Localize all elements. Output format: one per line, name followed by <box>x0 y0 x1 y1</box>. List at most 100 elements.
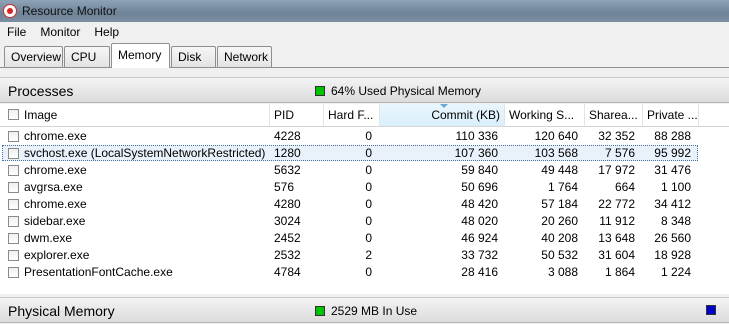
table-row[interactable]: svchost.exe (LocalSystemNetworkRestricte… <box>0 145 729 162</box>
processes-table: Image PID Hard F... Commit (KB) Working … <box>0 104 729 294</box>
used-physical-memory-text: 64% Used Physical Memory <box>331 84 482 98</box>
column-private[interactable]: Private ... <box>643 104 699 126</box>
cell-commit: 28 416 <box>461 265 498 279</box>
cell-private: 1 224 <box>660 265 691 279</box>
cell-image: avgrsa.exe <box>24 180 83 194</box>
row-checkbox[interactable] <box>8 233 19 244</box>
processes-title: Processes <box>8 83 74 99</box>
cell-working-set: 40 208 <box>541 231 578 245</box>
row-checkbox[interactable] <box>8 267 19 278</box>
cell-commit: 50 696 <box>461 180 498 194</box>
cell-pid: 4784 <box>274 265 301 279</box>
cell-image: PresentationFontCache.exe <box>24 265 173 279</box>
cell-image: chrome.exe <box>24 129 87 143</box>
cell-shareable: 17 972 <box>598 163 635 177</box>
row-checkbox[interactable] <box>8 148 19 159</box>
physical-memory-section-header[interactable]: Physical Memory 2529 MB In Use <box>0 297 729 323</box>
resource-monitor-icon <box>3 4 17 18</box>
cell-working-set: 120 640 <box>534 129 578 143</box>
cell-pid: 2452 <box>274 231 301 245</box>
cell-pid: 2532 <box>274 248 301 262</box>
cell-working-set: 20 260 <box>541 214 578 228</box>
cell-shareable: 13 648 <box>598 231 635 245</box>
column-working-set[interactable]: Working S... <box>505 104 585 126</box>
cell-working-set: 1 764 <box>547 180 578 194</box>
cell-shareable: 31 604 <box>598 248 635 262</box>
column-image[interactable]: Image <box>20 104 270 126</box>
cell-hard-faults: 0 <box>365 265 372 279</box>
cell-commit: 107 360 <box>454 146 498 160</box>
cell-hard-faults: 0 <box>365 197 372 211</box>
table-row[interactable]: avgrsa.exe 576 0 50 696 1 764 664 1 100 <box>0 179 729 196</box>
cell-hard-faults: 0 <box>365 163 372 177</box>
cell-private: 8 348 <box>660 214 691 228</box>
table-row[interactable]: chrome.exe 4280 0 48 420 57 184 22 772 34 412 <box>0 196 729 213</box>
cell-hard-faults: 0 <box>365 180 372 194</box>
row-checkbox[interactable] <box>8 182 19 193</box>
cell-private: 1 100 <box>660 180 691 194</box>
cell-private: 34 412 <box>654 197 691 211</box>
cell-commit: 59 840 <box>461 163 498 177</box>
sort-descending-icon <box>440 104 448 108</box>
tab-memory[interactable]: Memory <box>111 43 170 68</box>
cell-hard-faults: 0 <box>365 129 372 143</box>
select-all-checkbox[interactable] <box>8 109 19 120</box>
processes-section-header[interactable]: Processes 64% Used Physical Memory <box>0 77 729 103</box>
cell-commit: 48 420 <box>461 197 498 211</box>
row-checkbox[interactable] <box>8 199 19 210</box>
cell-commit: 46 924 <box>461 231 498 245</box>
physical-memory-title: Physical Memory <box>8 303 115 319</box>
tab-network[interactable]: Network <box>217 46 272 67</box>
table-row[interactable]: dwm.exe 2452 0 46 924 40 208 13 648 26 560 <box>0 230 729 247</box>
row-checkbox[interactable] <box>8 250 19 261</box>
cell-working-set: 57 184 <box>541 197 578 211</box>
column-shareable[interactable]: Sharea... <box>585 104 643 126</box>
cell-shareable: 7 576 <box>604 146 635 160</box>
cell-private: 88 288 <box>654 129 691 143</box>
cell-working-set: 49 448 <box>541 163 578 177</box>
cell-private: 18 928 <box>654 248 691 262</box>
menu-file[interactable]: File <box>0 25 33 39</box>
cell-working-set: 103 568 <box>534 146 578 160</box>
row-checkbox[interactable] <box>8 131 19 142</box>
menu-bar: File Monitor Help <box>0 22 729 42</box>
menu-help[interactable]: Help <box>87 25 126 39</box>
cell-hard-faults: 2 <box>365 248 372 262</box>
title-bar: Resource Monitor <box>0 0 729 22</box>
table-row[interactable]: sidebar.exe 3024 0 48 020 20 260 11 912 8 348 <box>0 213 729 230</box>
table-row[interactable]: explorer.exe 2532 2 33 732 50 532 31 604 18 92… <box>0 247 729 264</box>
cell-commit: 48 020 <box>461 214 498 228</box>
cell-hard-faults: 0 <box>365 231 372 245</box>
table-header: Image PID Hard F... Commit (KB) Working … <box>0 104 729 127</box>
cell-pid: 1280 <box>274 146 301 160</box>
cell-shareable: 32 352 <box>598 129 635 143</box>
row-checkbox[interactable] <box>8 165 19 176</box>
cell-commit: 33 732 <box>461 248 498 262</box>
menu-monitor[interactable]: Monitor <box>33 25 87 39</box>
tab-disk[interactable]: Disk <box>171 46 216 67</box>
column-commit[interactable]: Commit (KB) <box>380 104 505 126</box>
column-pid[interactable]: PID <box>270 104 324 126</box>
cell-private: 26 560 <box>654 231 691 245</box>
column-hard-faults[interactable]: Hard F... <box>324 104 380 126</box>
table-row[interactable]: chrome.exe 4228 0 110 336 120 640 32 352 88 28… <box>0 128 729 145</box>
tab-overview[interactable]: Overview <box>4 46 63 67</box>
cell-pid: 576 <box>274 180 295 194</box>
cell-shareable: 1 864 <box>604 265 635 279</box>
cell-pid: 5632 <box>274 163 301 177</box>
tab-cpu[interactable]: CPU <box>64 46 110 67</box>
tab-bar: Overview CPU Memory Disk Network <box>0 42 729 68</box>
cell-hard-faults: 0 <box>365 214 372 228</box>
row-checkbox[interactable] <box>8 216 19 227</box>
table-row[interactable]: chrome.exe 5632 0 59 840 49 448 17 972 31 476 <box>0 162 729 179</box>
cell-pid: 4280 <box>274 197 301 211</box>
memory-usage-swatch-icon <box>315 86 325 96</box>
cell-shareable: 11 912 <box>599 214 635 228</box>
column-commit-label: Commit (KB) <box>431 108 500 122</box>
table-row[interactable]: PresentationFontCache.exe 4784 0 28 416 3 08… <box>0 264 729 281</box>
cell-commit: 110 336 <box>455 129 499 143</box>
cell-image: sidebar.exe <box>24 214 86 228</box>
cell-pid: 3024 <box>274 214 301 228</box>
cell-image: chrome.exe <box>24 197 87 211</box>
cell-image: explorer.exe <box>24 248 90 262</box>
